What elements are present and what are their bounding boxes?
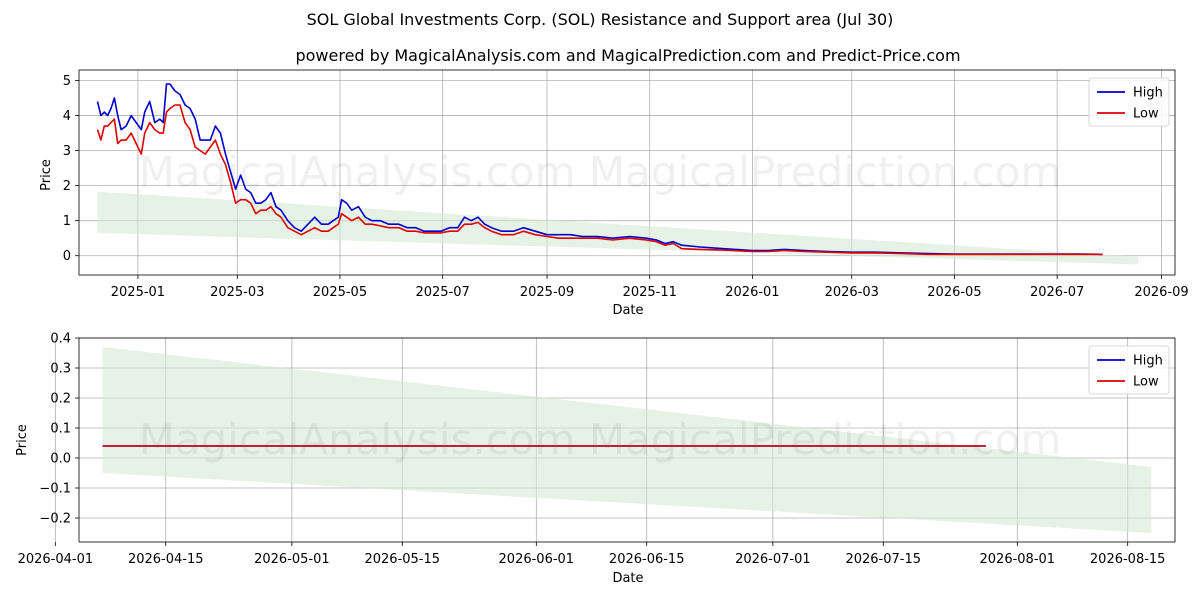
y-tick-label: 0.3 [50,362,71,377]
x-tick-label: 2026-06-01 [499,552,575,567]
x-tick-label: 2026-04-15 [128,552,204,567]
y-tick-label: 0.2 [50,392,71,407]
y-tick-label: 2 [63,179,71,194]
x-tick-label: 2026-07-15 [845,552,921,567]
chart-1: 2025-01 2025-03 2025-05 2025-07 2025-09 2025-… [39,69,1189,318]
x-tick-label: 2026-08-15 [1090,552,1166,567]
x-tick-label: 2025-01 [111,285,165,300]
y-tick-label: 4 [63,109,71,124]
watermark: MagicalAnalysis.com MagicalPrediction.co… [139,415,1062,464]
x-tick-label: 2025-05 [313,285,367,300]
y-tick-label: 5 [63,74,71,89]
charts-canvas: 2025-01 2025-03 2025-05 2025-07 2025-09 2025-… [15,69,1189,586]
chart-2: 2026-04-01 2026-04-15 2026-05-01 2026-05-15… [15,332,1176,586]
legend-label-high: High [1133,354,1163,369]
legend: High Low [1088,77,1170,127]
y-tick-label: −0.2 [39,512,71,527]
x-tick-label: 2026-07 [1030,285,1084,300]
x-tick-label: 2026-05-15 [364,552,440,567]
y-axis-label: Price [15,424,30,456]
y-tick-label: 1 [63,214,71,229]
legend-label-low: Low [1133,375,1159,390]
y-tick-label: 0.1 [50,422,71,437]
x-tick-label: 2026-07-01 [735,552,811,567]
y-tick-label: 0.0 [50,452,71,467]
x-tick-label: 2026-08-01 [980,552,1056,567]
y-tick-label: 3 [63,144,71,159]
watermark: MagicalAnalysis.com MagicalPrediction.co… [139,148,1062,197]
x-tick-label: 2026-09 [1134,285,1188,300]
x-tick-label: 2026-04-01 [18,552,94,567]
x-tick-label: 2026-01 [725,285,779,300]
x-tick-label: 2025-03 [210,285,264,300]
x-tick-label: 2026-06-15 [609,552,685,567]
x-axis-label: Date [612,303,643,318]
legend-label-high: High [1133,86,1163,101]
x-tick-label: 2026-05 [927,285,981,300]
x-tick-label: 2026-05-01 [254,552,330,567]
x-tick-label: 2025-11 [623,285,677,300]
y-axis-label: Price [39,159,54,191]
x-tick-label: 2025-09 [520,285,574,300]
legend-label-low: Low [1133,107,1159,122]
y-tick-label: 0.4 [50,332,71,347]
x-axis-label: Date [612,571,643,586]
x-tick-label: 2026-03 [825,285,879,300]
y-tick-label: −0.1 [39,482,71,497]
legend: High Low [1088,345,1170,395]
y-tick-label: 0 [63,249,71,264]
x-tick-label: 2025-07 [415,285,469,300]
